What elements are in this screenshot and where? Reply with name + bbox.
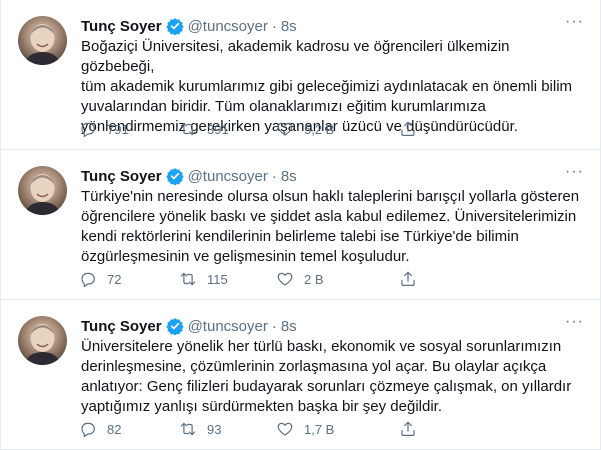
retweet-icon bbox=[180, 272, 196, 286]
reply-count: 82 bbox=[107, 421, 122, 437]
avatar[interactable] bbox=[18, 316, 67, 365]
author-name[interactable]: Tunç Soyer bbox=[81, 318, 162, 335]
like-count: 1,7 B bbox=[304, 421, 335, 437]
reply-button[interactable]: 82 bbox=[79, 419, 121, 439]
reply-count: 72 bbox=[107, 271, 122, 287]
more-options-icon[interactable]: ··· bbox=[565, 14, 584, 30]
retweet-count: 391 bbox=[207, 121, 229, 137]
tweet-header: Tunç Soyer @tuncsoyer · 8s bbox=[81, 316, 297, 336]
reply-button[interactable]: 72 bbox=[79, 269, 121, 289]
tweet-header: Tunç Soyer @tuncsoyer · 8s bbox=[81, 16, 297, 36]
share-icon bbox=[401, 271, 415, 286]
more-options-icon[interactable]: ··· bbox=[565, 164, 584, 180]
verified-badge-icon bbox=[165, 318, 184, 335]
reply-icon bbox=[81, 422, 95, 438]
like-button[interactable]: 1,7 B bbox=[276, 419, 334, 439]
avatar[interactable] bbox=[18, 166, 67, 215]
separator-dot: · bbox=[271, 167, 277, 185]
tweet-text: Üniversitelere yönelik her türlü baskı, … bbox=[81, 338, 572, 415]
tweet[interactable]: Tunç Soyer @tuncsoyer · 8s ··· Üniversit… bbox=[1, 300, 601, 450]
tweet[interactable]: Tunç Soyer @tuncsoyer · 8s ··· Türkiye'n… bbox=[1, 150, 601, 300]
heart-icon bbox=[277, 272, 293, 286]
share-button[interactable] bbox=[399, 119, 417, 139]
avatar-photo-icon bbox=[24, 324, 61, 365]
like-button[interactable]: 2 B bbox=[276, 269, 324, 289]
heart-icon bbox=[277, 122, 293, 136]
avatar-photo-icon bbox=[24, 24, 61, 65]
author-handle[interactable]: @tuncsoyer bbox=[188, 18, 268, 35]
avatar[interactable] bbox=[18, 16, 67, 65]
share-button[interactable] bbox=[399, 269, 417, 289]
more-options-icon[interactable]: ··· bbox=[565, 314, 584, 330]
tweet-actions: 82 93 1,7 B bbox=[79, 419, 499, 439]
retweet-count: 93 bbox=[207, 421, 222, 437]
like-count: 2 B bbox=[304, 271, 324, 287]
tweet-actions: 791 391 5,2 B bbox=[79, 119, 499, 139]
share-icon bbox=[401, 421, 415, 436]
retweet-count: 115 bbox=[207, 271, 228, 287]
reply-icon bbox=[81, 122, 95, 138]
retweet-button[interactable]: 115 bbox=[179, 269, 228, 289]
retweet-button[interactable]: 391 bbox=[179, 119, 229, 139]
tweet-header: Tunç Soyer @tuncsoyer · 8s bbox=[81, 166, 297, 186]
separator-dot: · bbox=[271, 317, 277, 335]
heart-icon bbox=[277, 422, 293, 436]
verified-badge-icon bbox=[165, 18, 184, 35]
reply-button[interactable]: 791 bbox=[79, 119, 129, 139]
retweet-icon bbox=[180, 122, 196, 136]
verified-badge-icon bbox=[165, 168, 184, 185]
share-button[interactable] bbox=[399, 419, 417, 439]
author-handle[interactable]: @tuncsoyer bbox=[188, 318, 268, 335]
like-button[interactable]: 5,2 B bbox=[276, 119, 334, 139]
tweet-time[interactable]: 8s bbox=[281, 168, 297, 185]
separator-dot: · bbox=[271, 17, 277, 35]
retweet-button[interactable]: 93 bbox=[179, 419, 221, 439]
like-count: 5,2 B bbox=[304, 121, 335, 137]
tweet[interactable]: Tunç Soyer @tuncsoyer · 8s ··· Boğaziçi … bbox=[1, 0, 601, 150]
retweet-icon bbox=[180, 422, 196, 436]
tweet-time[interactable]: 8s bbox=[281, 318, 297, 335]
tweet-text: Türkiye'nin neresinde olursa olsun haklı… bbox=[81, 188, 580, 265]
reply-icon bbox=[81, 272, 95, 288]
author-handle[interactable]: @tuncsoyer bbox=[188, 168, 268, 185]
tweet-feed: Tunç Soyer @tuncsoyer · 8s ··· Boğaziçi … bbox=[0, 0, 601, 450]
author-name[interactable]: Tunç Soyer bbox=[81, 168, 162, 185]
tweet-time[interactable]: 8s bbox=[281, 18, 297, 35]
tweet-actions: 72 115 2 B bbox=[79, 269, 499, 289]
author-name[interactable]: Tunç Soyer bbox=[81, 18, 162, 35]
share-icon bbox=[401, 121, 415, 136]
avatar-photo-icon bbox=[24, 174, 61, 215]
reply-count: 791 bbox=[107, 121, 129, 137]
